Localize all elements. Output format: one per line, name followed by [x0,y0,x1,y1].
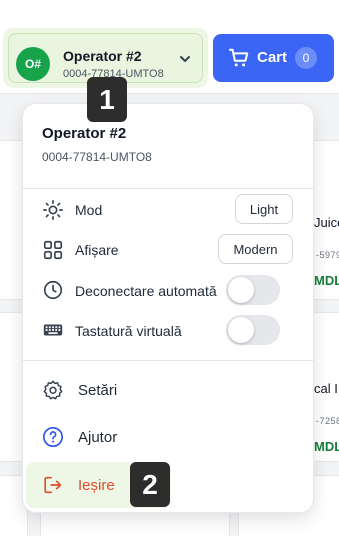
settings-menu-item[interactable]: Setări [78,382,117,399]
product-code: -7258 [316,416,339,426]
help-menu-item[interactable]: Ajutor [78,429,117,446]
mode-selector[interactable]: Light [235,194,293,224]
virtual-keyboard-toggle[interactable] [226,315,280,345]
operator-dropdown-menu: Operator #2 0004-77814-UMTO8 Mod Light A… [22,103,314,513]
keyboard-icon [43,324,63,336]
logout-icon [44,476,62,494]
operator-name: Operator #2 [63,48,142,64]
menu-operator-id: 0004-77814-UMTO8 [42,150,152,164]
clock-icon [43,280,63,300]
annotation-badge: 1 [87,77,127,122]
logout-label: Ieșire [78,477,115,494]
auto-logout-toggle[interactable] [226,275,280,305]
top-bar: O# Operator #2 0004-77814-UMTO8 Cart 0 [0,0,339,94]
product-code: -5979 [316,250,339,260]
annotation-badge: 2 [130,462,170,507]
grid-icon [43,240,63,260]
cart-button[interactable]: Cart 0 [213,34,334,82]
cart-label: Cart [257,49,288,66]
cart-icon [228,48,249,67]
help-icon[interactable] [42,426,64,448]
sun-icon [43,200,63,220]
toggle-knob [228,277,254,303]
mode-label: Mod [75,202,103,218]
toggle-knob [228,317,254,343]
divider [23,360,313,361]
cart-count-badge: 0 [295,47,317,69]
product-price: MDL [314,439,339,454]
gear-icon[interactable] [42,379,64,401]
product-price: MDL [314,273,339,288]
virtual-keyboard-label: Tastatură virtuală [75,323,182,339]
product-title: cal I [314,381,338,396]
avatar: O# [16,47,50,81]
menu-operator-name: Operator #2 [42,125,127,142]
chevron-down-icon[interactable] [178,52,192,66]
operator-button-inner: O# Operator #2 0004-77814-UMTO8 [8,33,203,83]
auto-logout-label: Deconectare automată [75,283,217,299]
display-selector[interactable]: Modern [218,234,293,264]
display-label: Afișare [75,242,119,258]
product-title: Juice [314,215,339,230]
divider [23,188,313,189]
